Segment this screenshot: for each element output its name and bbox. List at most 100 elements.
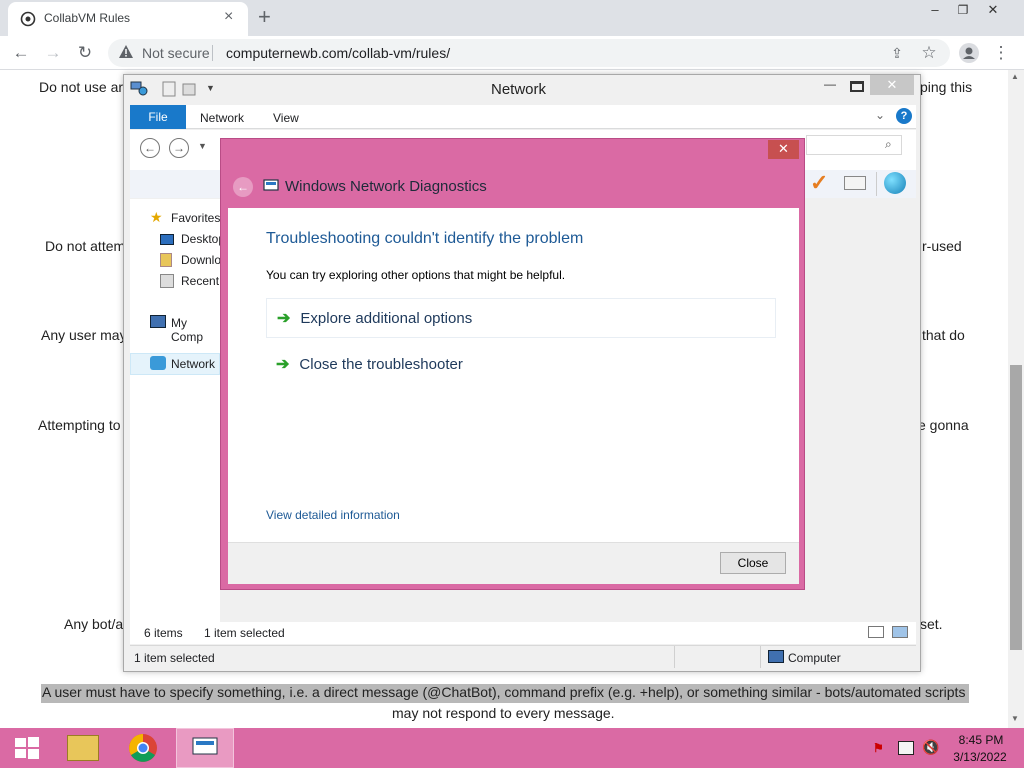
help-icon[interactable]: ? — [896, 108, 912, 124]
close-troubleshooter-label: Close the troubleshooter — [299, 355, 463, 373]
scroll-up-arrow-icon[interactable]: ▲ — [1011, 72, 1019, 81]
selected-count: 1 item selected — [204, 626, 285, 640]
address-separator — [212, 45, 213, 61]
scrollbar-thumb[interactable] — [1010, 365, 1022, 650]
tab-close-icon[interactable]: × — [224, 8, 233, 26]
command-separator — [876, 172, 877, 196]
profile-avatar-icon[interactable] — [958, 42, 980, 64]
checkmark-icon[interactable]: ✓ — [810, 170, 828, 196]
browser-tab[interactable]: CollabVM Rules × — [8, 2, 248, 36]
explorer-back-icon[interactable]: ← — [140, 138, 160, 158]
nav-item-downloads[interactable]: Downlo — [181, 253, 221, 267]
volume-muted-icon[interactable]: 🔇 — [922, 739, 939, 756]
start-button[interactable] — [0, 728, 54, 768]
large-icons-view-icon[interactable] — [892, 626, 908, 638]
rule-highlighted-text: A user must have to specify something, i… — [41, 684, 969, 703]
explore-options-link[interactable]: ➔ Explore additional options — [266, 298, 776, 338]
nav-item-my-computer[interactable]: My Comp — [171, 316, 220, 344]
windows-logo-icon — [15, 737, 39, 759]
dialog-footer: Close — [228, 542, 799, 584]
recent-places-icon — [160, 274, 174, 288]
nav-item-network[interactable]: Network — [171, 357, 215, 371]
window-close-button[interactable]: ✕ — [970, 0, 1016, 22]
scroll-down-arrow-icon[interactable]: ▼ — [1011, 714, 1019, 723]
dialog-close-button[interactable]: ✕ — [768, 140, 799, 159]
diagnostics-taskbar-icon — [192, 737, 218, 755]
clock-time[interactable]: 8:45 PM — [958, 733, 1004, 747]
network-diagnostics-dialog: ✕ ← Windows Network Diagnostics Troubles… — [220, 138, 805, 590]
not-secure-label[interactable]: Not secure — [142, 45, 210, 61]
taskbar-file-explorer[interactable] — [56, 728, 110, 768]
ribbon: File Network View ⌄ ? — [130, 105, 916, 129]
folder-icon — [67, 735, 99, 761]
navigation-pane: ★ Favorites Desktop Downlo Recent My Com… — [130, 199, 225, 623]
rule-line-3-right: that do — [922, 327, 965, 343]
explorer-title: Network — [491, 81, 547, 98]
rule-line-1-right: ping this — [920, 79, 973, 95]
status-bar-location: Computer — [788, 651, 841, 665]
status-divider-1 — [674, 646, 675, 668]
status-computer-icon — [768, 650, 784, 663]
back-icon[interactable]: ← — [10, 42, 32, 64]
properties-icon[interactable] — [162, 81, 176, 97]
dialog-title: Windows Network Diagnostics — [285, 178, 487, 195]
dialog-heading: Troubleshooting couldn't identify the pr… — [266, 230, 584, 247]
new-folder-icon[interactable] — [182, 81, 196, 97]
dialog-subtext: You can try exploring other options that… — [266, 268, 566, 282]
address-bar[interactable]: Not secure computernewb.com/collab-vm/ru… — [108, 39, 950, 67]
url-text[interactable]: computernewb.com/collab-vm/rules/ — [226, 45, 450, 61]
network-nav-icon — [150, 356, 166, 370]
view-detailed-information-link[interactable]: View detailed information — [266, 508, 400, 522]
new-tab-button[interactable]: + — [258, 4, 271, 30]
explorer-close-button[interactable]: ✕ — [870, 75, 914, 95]
explorer-status-bar: 1 item selected Computer — [130, 645, 916, 669]
recent-locations-icon[interactable]: ▼ — [198, 141, 207, 151]
nav-item-recent[interactable]: Recent — [181, 274, 219, 288]
ribbon-tab-file[interactable]: File — [130, 105, 186, 129]
rule-line-4-right: e gonna — [918, 417, 969, 433]
clock-date[interactable]: 3/13/2022 — [952, 750, 1008, 764]
explorer-status-row: 6 items 1 item selected — [130, 622, 916, 644]
ribbon-expand-icon[interactable]: ⌄ — [875, 108, 885, 122]
warning-icon — [119, 45, 133, 58]
rule-line-3-left: Any user may — [41, 327, 127, 343]
rule-line-2-right: r-used — [922, 238, 962, 254]
share-icon[interactable]: ⇪ — [886, 42, 908, 64]
menu-kebab-icon[interactable]: ⋮ — [990, 42, 1012, 64]
rule-line-5-right: set. — [920, 616, 943, 632]
action-center-flag-icon[interactable]: ⚑ — [873, 741, 887, 755]
close-button[interactable]: Close — [720, 552, 786, 574]
network-tray-icon[interactable] — [898, 741, 914, 755]
reload-icon[interactable]: ↻ — [74, 42, 96, 64]
rule-last-line: may not respond to every message. — [392, 705, 615, 721]
taskbar-network-diagnostics[interactable] — [176, 728, 234, 768]
quick-access-dropdown-icon[interactable]: ▼ — [206, 83, 215, 93]
desktop-icon — [160, 234, 174, 245]
nav-item-desktop[interactable]: Desktop — [181, 232, 225, 246]
dialog-back-icon[interactable]: ← — [233, 177, 253, 197]
close-troubleshooter-link[interactable]: ➔ Close the troubleshooter — [266, 344, 776, 384]
taskbar: ⚑ 🔇 8:45 PM 3/13/2022 — [0, 728, 1024, 768]
details-view-icon[interactable] — [868, 626, 884, 638]
globe-icon[interactable] — [884, 172, 906, 194]
chrome-icon — [129, 734, 157, 762]
explorer-forward-icon[interactable]: → — [169, 138, 189, 158]
explore-options-label: Explore additional options — [300, 309, 473, 327]
nav-item-favorites[interactable]: Favorites — [171, 211, 220, 225]
tab-title: CollabVM Rules — [44, 11, 131, 25]
forward-icon[interactable]: → — [42, 42, 64, 64]
status-divider-2 — [760, 646, 761, 668]
diagnostics-app-icon — [263, 179, 279, 191]
envelope-icon[interactable] — [844, 176, 866, 190]
status-bar-selection: 1 item selected — [134, 651, 215, 665]
explorer-search-box[interactable]: ⌕ — [806, 135, 902, 155]
explorer-maximize-button[interactable] — [850, 81, 864, 92]
rule-line-4-left: Attempting to — [38, 417, 121, 433]
downloads-icon — [160, 253, 172, 267]
network-window-icon — [130, 81, 148, 96]
bookmark-star-icon[interactable]: ☆ — [918, 42, 940, 64]
explorer-minimize-button[interactable]: — — [824, 77, 836, 91]
ribbon-tab-view[interactable]: View — [273, 111, 299, 125]
taskbar-chrome[interactable] — [116, 728, 170, 768]
ribbon-tab-network[interactable]: Network — [200, 111, 244, 125]
